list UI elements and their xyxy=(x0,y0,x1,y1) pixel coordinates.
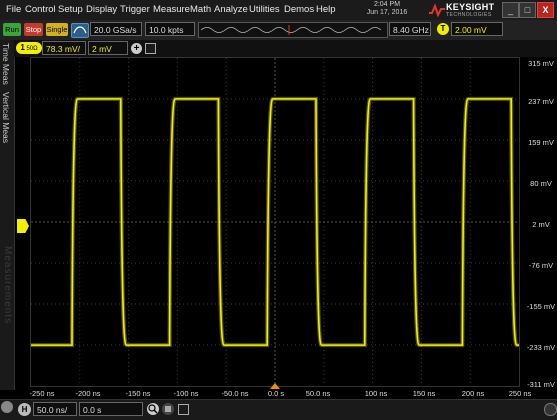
single-button[interactable]: Single xyxy=(46,23,68,36)
timebase-icon xyxy=(165,406,171,412)
menu-analyze[interactable]: Analyze xyxy=(214,4,248,15)
memory-depth-field[interactable]: 10.0 kpts xyxy=(145,22,195,36)
corner-menu-icon[interactable] xyxy=(544,403,557,416)
menu-math[interactable]: Math xyxy=(190,4,211,15)
x-axis-label: 250 ns xyxy=(508,389,532,398)
channel-ground-marker[interactable] xyxy=(17,219,29,233)
y-axis-label: -233 mV xyxy=(526,343,556,352)
y-axis-label: 80 mV xyxy=(530,179,552,188)
channel-menu-icon[interactable] xyxy=(145,43,156,54)
waveform-display[interactable] xyxy=(30,57,520,387)
zoom-icon xyxy=(148,404,158,414)
menu-setup[interactable]: Setup xyxy=(58,4,83,15)
autoscale-button[interactable] xyxy=(71,23,89,38)
menu-demos[interactable]: Demos xyxy=(284,4,314,15)
trigger-badge[interactable]: T xyxy=(437,23,449,35)
bandwidth-field[interactable]: 8.40 GHz xyxy=(389,22,431,36)
sidebar-toggle-icon[interactable] xyxy=(1,401,13,413)
y-axis-label: 237 mV xyxy=(528,97,554,106)
channel-offset-field[interactable]: 2 mV xyxy=(88,41,128,55)
trigger-position-marker[interactable] xyxy=(270,383,280,389)
run-button[interactable]: Run xyxy=(3,23,21,36)
toolbar: Run Stop Single 20.0 GSa/s 10.0 kpts 8.4… xyxy=(0,20,557,41)
x-axis-label: -150 ns xyxy=(125,389,151,398)
y-axis-label: 2 mV xyxy=(532,220,550,229)
x-axis-label: 150 ns xyxy=(412,389,436,398)
y-axis-label: 159 mV xyxy=(528,138,554,147)
tab-time-meas[interactable]: Time Meas xyxy=(1,43,11,85)
brand-sub: TECHNOLOGIES xyxy=(446,12,492,18)
waveform-overview xyxy=(198,22,388,38)
y-axis-label: -76 mV xyxy=(528,261,554,270)
channel-number: 1 xyxy=(20,43,25,52)
menu-file[interactable]: File xyxy=(6,4,21,15)
x-axis-label: -200 ns xyxy=(75,389,101,398)
menu-control[interactable]: Control xyxy=(25,4,56,15)
menu-measure[interactable]: Measure xyxy=(153,4,190,15)
horizontal-bar: H 50.0 ns/ 0.0 s xyxy=(0,399,557,420)
y-axis-label: -155 mV xyxy=(526,302,556,311)
x-axis-label: 0.0 s xyxy=(267,389,285,398)
measurements-watermark: Measurements xyxy=(2,246,13,325)
clock-time: 2:04 PM xyxy=(373,1,401,8)
y-axis-label: 315 mV xyxy=(528,59,554,68)
zoom-button[interactable] xyxy=(147,403,159,415)
autoscale-icon xyxy=(73,26,87,34)
tab-vertical-meas[interactable]: Vertical Meas xyxy=(1,92,11,143)
side-tabs: Time Meas Vertical Meas xyxy=(0,40,15,390)
menu-utilities[interactable]: Utilities xyxy=(249,4,280,15)
horizontal-scale-field[interactable]: 50.0 ns/ xyxy=(33,402,77,416)
channel-bar: 1 50Ω 78.3 mV/ 2 mV + xyxy=(14,40,557,57)
y-axis-label: -311 mV xyxy=(527,380,555,389)
channel-scale-field[interactable]: 78.3 mV/ xyxy=(42,41,86,55)
clock-date: Jun 17, 2016 xyxy=(366,9,408,16)
x-axis-label: -50.0 ns xyxy=(221,389,249,398)
add-channel-button[interactable]: + xyxy=(131,43,142,54)
keysight-logo: KEYSIGHT TECHNOLOGIES xyxy=(428,2,496,18)
horizontal-position-field[interactable]: 0.0 s xyxy=(79,402,143,416)
menu-display[interactable]: Display xyxy=(86,4,117,15)
x-axis-label: -250 ns xyxy=(29,389,55,398)
menu-help[interactable]: Help xyxy=(316,4,336,15)
x-axis-label: 50.0 ns xyxy=(305,389,331,398)
menu-bar: File Control Setup Display Trigger Measu… xyxy=(0,0,557,21)
keysight-wave-icon xyxy=(429,3,445,17)
minimize-button[interactable]: _ xyxy=(502,2,519,18)
channel-impedance: 50Ω xyxy=(26,46,38,52)
x-axis-label: -100 ns xyxy=(173,389,199,398)
waveform-grid xyxy=(31,58,519,386)
sample-rate-field[interactable]: 20.0 GSa/s xyxy=(90,22,142,36)
horizontal-menu-icon[interactable] xyxy=(178,404,189,415)
stop-button[interactable]: Stop xyxy=(24,23,43,36)
brand-name: KEYSIGHT xyxy=(446,2,495,12)
horizontal-badge[interactable]: H xyxy=(18,403,31,416)
close-button[interactable]: X xyxy=(537,2,554,18)
overview-trace-icon xyxy=(200,25,382,35)
x-axis-label: 100 ns xyxy=(364,389,388,398)
maximize-button[interactable]: □ xyxy=(519,2,536,18)
clock: 2:04 PM Jun 17, 2016 xyxy=(356,1,418,17)
menu-trigger[interactable]: Trigger xyxy=(120,4,150,15)
trigger-level-field[interactable]: 2.00 mV xyxy=(451,22,503,36)
channel-1-badge[interactable]: 1 50Ω xyxy=(16,42,42,54)
horizontal-settings-button[interactable] xyxy=(162,403,174,415)
x-axis-label: 200 ns xyxy=(461,389,485,398)
